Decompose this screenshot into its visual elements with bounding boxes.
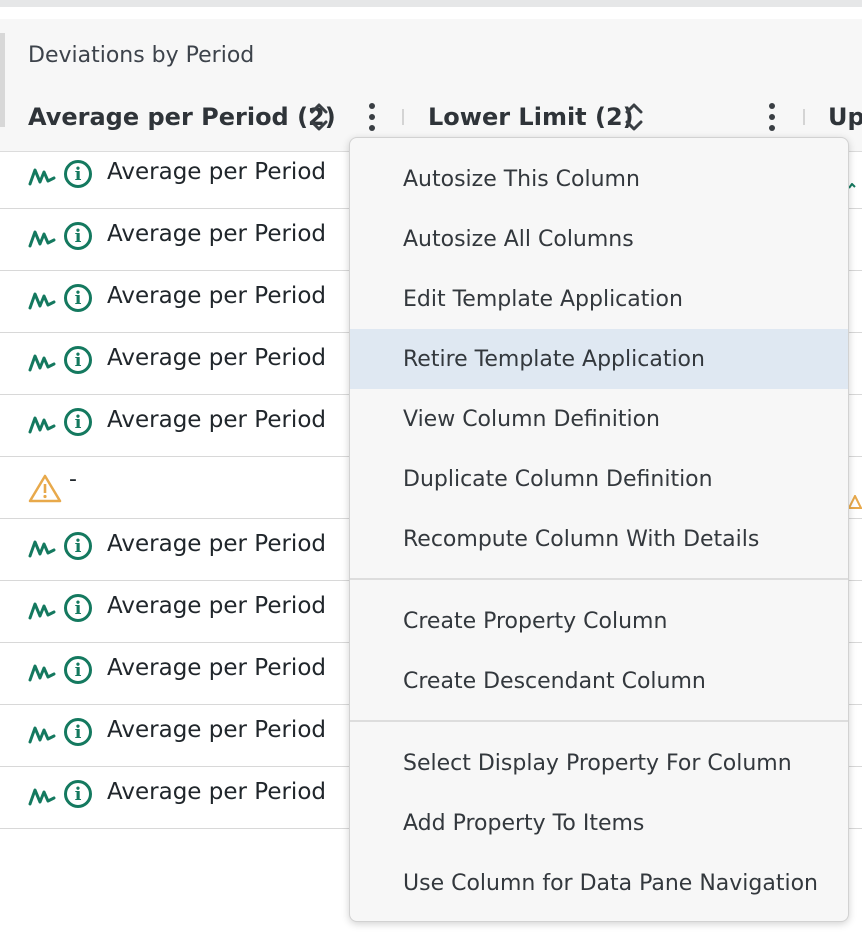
menu-item-edit-template-application[interactable]: Edit Template Application	[350, 269, 848, 329]
cell-value: Average per Period	[107, 345, 326, 371]
vertical-ellipsis-icon[interactable]	[760, 99, 784, 135]
column-resize-handle[interactable]	[803, 109, 805, 125]
cell-value: -	[69, 467, 77, 492]
menu-divider	[350, 720, 848, 722]
info-icon[interactable]: i	[64, 346, 92, 374]
menu-item-use-column-for-data-pane-navigation[interactable]: Use Column for Data Pane Navigation	[350, 853, 848, 913]
cell-value: Average per Period	[107, 221, 326, 247]
cell-value: Average per Period	[107, 779, 326, 805]
menu-item-duplicate-column-definition[interactable]: Duplicate Column Definition	[350, 449, 848, 509]
column-resize-handle[interactable]	[402, 109, 404, 125]
info-icon[interactable]: i	[64, 160, 92, 188]
group-header-resize-handle[interactable]	[0, 33, 5, 91]
menu-item-create-property-column[interactable]: Create Property Column	[350, 591, 848, 651]
info-icon[interactable]: i	[64, 222, 92, 250]
menu-item-create-descendant-column[interactable]: Create Descendant Column	[350, 651, 848, 711]
column-header-average-per-period[interactable]: Average per Period (2)	[28, 103, 336, 131]
warning-triangle-icon[interactable]	[28, 473, 62, 503]
signal-wave-icon	[28, 416, 56, 434]
info-icon[interactable]: i	[64, 408, 92, 436]
menu-divider	[350, 578, 848, 580]
clipped-signal-icon	[848, 183, 856, 189]
clipped-warning-icon	[848, 495, 862, 509]
info-icon[interactable]: i	[64, 284, 92, 312]
signal-wave-icon	[28, 664, 56, 682]
menu-item-autosize-all-columns[interactable]: Autosize All Columns	[350, 209, 848, 269]
menu-item-autosize-this-column[interactable]: Autosize This Column	[350, 149, 848, 209]
column-header-lower-limit[interactable]: Lower Limit (2)	[428, 103, 634, 131]
info-icon[interactable]: i	[64, 780, 92, 808]
top-border	[0, 0, 862, 7]
menu-item-add-property-to-items[interactable]: Add Property To Items	[350, 793, 848, 853]
cell-value: Average per Period	[107, 531, 326, 557]
group-title: Deviations by Period	[28, 43, 255, 68]
sort-chevrons-icon[interactable]	[622, 99, 646, 135]
menu-item-recompute-column-with-details[interactable]: Recompute Column With Details	[350, 509, 848, 569]
signal-wave-icon	[28, 168, 56, 186]
signal-wave-icon	[28, 602, 56, 620]
info-icon[interactable]: i	[64, 532, 92, 560]
cell-value: Average per Period	[107, 593, 326, 619]
cell-value: Average per Period	[107, 283, 326, 309]
signal-wave-icon	[28, 354, 56, 372]
column-header-resize-handle[interactable]	[0, 85, 5, 127]
signal-wave-icon	[28, 230, 56, 248]
cell-value: Average per Period	[107, 407, 326, 433]
cell-value: Average per Period	[107, 655, 326, 681]
menu-item-select-display-property[interactable]: Select Display Property For Column	[350, 733, 848, 793]
vertical-ellipsis-icon[interactable]	[360, 99, 384, 135]
column-context-menu: Autosize This Column Autosize All Column…	[349, 137, 849, 922]
info-icon[interactable]: i	[64, 656, 92, 684]
cell-value: Average per Period	[107, 159, 326, 185]
sort-chevrons-icon[interactable]	[307, 99, 331, 135]
signal-wave-icon	[28, 726, 56, 744]
menu-item-retire-template-application[interactable]: Retire Template Application	[350, 329, 848, 389]
signal-wave-icon	[28, 292, 56, 310]
info-icon[interactable]: i	[64, 594, 92, 622]
signal-wave-icon	[28, 540, 56, 558]
menu-item-view-column-definition[interactable]: View Column Definition	[350, 389, 848, 449]
cell-value: Average per Period	[107, 717, 326, 743]
info-icon[interactable]: i	[64, 718, 92, 746]
signal-wave-icon	[28, 788, 56, 806]
column-header-upper-limit[interactable]: Up	[828, 103, 862, 131]
group-header: Deviations by Period	[0, 19, 862, 91]
